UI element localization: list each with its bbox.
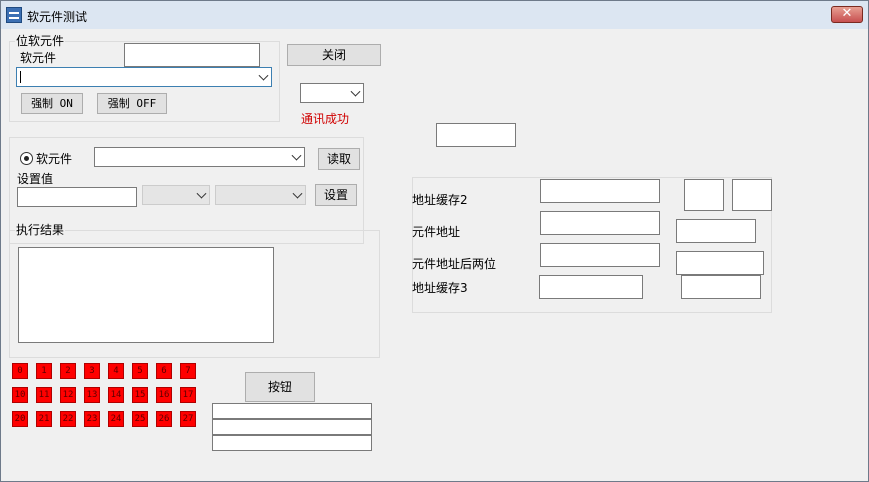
bottom-input-1[interactable] bbox=[212, 403, 372, 419]
set-button[interactable]: 设置 bbox=[315, 184, 357, 206]
comm-status-text: 通讯成功 bbox=[301, 112, 350, 126]
element-addr-last2-extra-input[interactable] bbox=[676, 251, 764, 275]
comm-combo[interactable] bbox=[300, 83, 364, 103]
device-setting-combo[interactable] bbox=[94, 147, 305, 167]
chevron-down-icon bbox=[258, 70, 269, 81]
bit-indicator: 24 bbox=[108, 411, 124, 427]
bottom-input-2[interactable] bbox=[212, 419, 372, 435]
force-off-button[interactable]: 强制 OFF bbox=[97, 93, 167, 114]
force-on-button[interactable]: 强制 ON bbox=[21, 93, 83, 114]
bit-indicator: 22 bbox=[60, 411, 76, 427]
read-button[interactable]: 读取 bbox=[318, 148, 360, 170]
addr-cache2-label: 地址缓存2 bbox=[412, 193, 468, 207]
bit-indicator: 13 bbox=[84, 387, 100, 403]
addr-small-input-2[interactable] bbox=[732, 179, 772, 211]
bit-indicator: 20 bbox=[12, 411, 28, 427]
text-caret bbox=[20, 71, 21, 83]
bit-indicator: 12 bbox=[60, 387, 76, 403]
bit-device-legend: 位软元件 bbox=[15, 34, 66, 48]
device-radio-label: 软元件 bbox=[36, 152, 73, 166]
addr-cache3-input[interactable] bbox=[539, 275, 643, 299]
window-close-button[interactable]: ✕ bbox=[831, 6, 863, 23]
addr-cache2-input[interactable] bbox=[540, 179, 660, 203]
bit-indicator: 6 bbox=[156, 363, 172, 379]
bit-indicator: 3 bbox=[84, 363, 100, 379]
addr-cache3-extra-input[interactable] bbox=[681, 275, 761, 299]
bit-indicator: 11 bbox=[36, 387, 52, 403]
bottom-input-3[interactable] bbox=[212, 435, 372, 451]
set-format-combo[interactable] bbox=[215, 185, 306, 205]
action-button[interactable]: 按钮 bbox=[245, 372, 315, 402]
chevron-down-icon bbox=[196, 188, 207, 199]
device-radio[interactable] bbox=[20, 152, 33, 165]
set-value-label: 设置值 bbox=[17, 172, 54, 186]
chevron-down-icon bbox=[292, 188, 303, 199]
set-type-combo[interactable] bbox=[142, 185, 210, 205]
set-value-input[interactable] bbox=[17, 187, 137, 207]
bit-indicator: 4 bbox=[108, 363, 124, 379]
app-icon bbox=[6, 7, 22, 23]
element-addr-last2-input[interactable] bbox=[540, 243, 660, 267]
window-title: 软元件测试 bbox=[27, 10, 88, 24]
bit-indicator: 0 bbox=[12, 363, 28, 379]
bit-indicator: 26 bbox=[156, 411, 172, 427]
element-addr-extra-input[interactable] bbox=[676, 219, 756, 243]
main-window: 软元件测试 ✕ 位软元件 软元件 强制 ON 强制 OFF 关闭 通讯成功 软元… bbox=[0, 0, 869, 482]
chevron-down-icon bbox=[350, 86, 361, 97]
device-label: 软元件 bbox=[20, 51, 57, 65]
element-addr-input[interactable] bbox=[540, 211, 660, 235]
client-area: 位软元件 软元件 强制 ON 强制 OFF 关闭 通讯成功 软元件 读取 设置值… bbox=[1, 29, 868, 481]
addr-cache3-label: 地址缓存3 bbox=[412, 281, 468, 295]
bit-indicator: 16 bbox=[156, 387, 172, 403]
chevron-down-icon bbox=[291, 150, 302, 161]
bit-indicator: 1 bbox=[36, 363, 52, 379]
close-button[interactable]: 关闭 bbox=[287, 44, 381, 66]
addr-small-input-1[interactable] bbox=[684, 179, 724, 211]
result-textarea[interactable] bbox=[18, 247, 274, 343]
bit-indicator: 5 bbox=[132, 363, 148, 379]
bit-indicator: 2 bbox=[60, 363, 76, 379]
device-input[interactable] bbox=[124, 43, 260, 67]
close-icon: ✕ bbox=[841, 6, 853, 21]
bit-indicator: 15 bbox=[132, 387, 148, 403]
bit-indicator: 27 bbox=[180, 411, 196, 427]
bit-indicator: 23 bbox=[84, 411, 100, 427]
bit-indicator: 21 bbox=[36, 411, 52, 427]
bit-indicator: 7 bbox=[180, 363, 196, 379]
bit-indicator: 25 bbox=[132, 411, 148, 427]
element-addr-label: 元件地址 bbox=[412, 225, 461, 239]
bit-indicator: 14 bbox=[108, 387, 124, 403]
top-right-input[interactable] bbox=[436, 123, 516, 147]
bit-indicator: 17 bbox=[180, 387, 196, 403]
title-bar[interactable]: 软元件测试 ✕ bbox=[1, 1, 868, 29]
result-legend: 执行结果 bbox=[15, 223, 66, 237]
element-addr-last2-label: 元件地址后两位 bbox=[412, 257, 497, 271]
device-combo[interactable] bbox=[16, 67, 272, 87]
bit-indicator: 10 bbox=[12, 387, 28, 403]
